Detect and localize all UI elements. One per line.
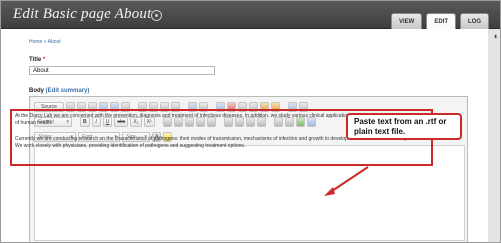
overlay-corner-icon: ◖ — [492, 31, 498, 41]
required-mark: * — [42, 57, 46, 63]
callout-arrow-icon — [324, 166, 369, 196]
browser-frame: Edit Basic page About VIEW EDIT LOG ◖ Ho… — [0, 0, 501, 243]
tab-view[interactable]: VIEW — [391, 13, 423, 29]
page-title: Edit Basic page About — [13, 6, 152, 22]
body-label-text: Body — [29, 88, 44, 94]
title-field-label: Title * — [29, 57, 45, 63]
side-scrollbar[interactable] — [486, 29, 500, 242]
add-shortcut-icon[interactable] — [151, 10, 162, 21]
title-input[interactable]: About — [29, 66, 215, 75]
primary-tabs: VIEW EDIT LOG — [391, 13, 490, 30]
tab-edit[interactable]: EDIT — [426, 13, 457, 30]
page-header: Edit Basic page About VIEW EDIT LOG — [1, 1, 500, 30]
tab-log[interactable]: LOG — [460, 13, 490, 29]
edit-summary-link[interactable]: (Edit summary) — [46, 88, 90, 94]
title-label-text: Title — [29, 57, 42, 63]
paste-instruction-callout: Paste text from an .rtf or plain text fi… — [346, 113, 462, 140]
breadcrumb[interactable]: Home » About — [29, 39, 61, 45]
body-field-label: Body (Edit summary) — [29, 88, 89, 94]
